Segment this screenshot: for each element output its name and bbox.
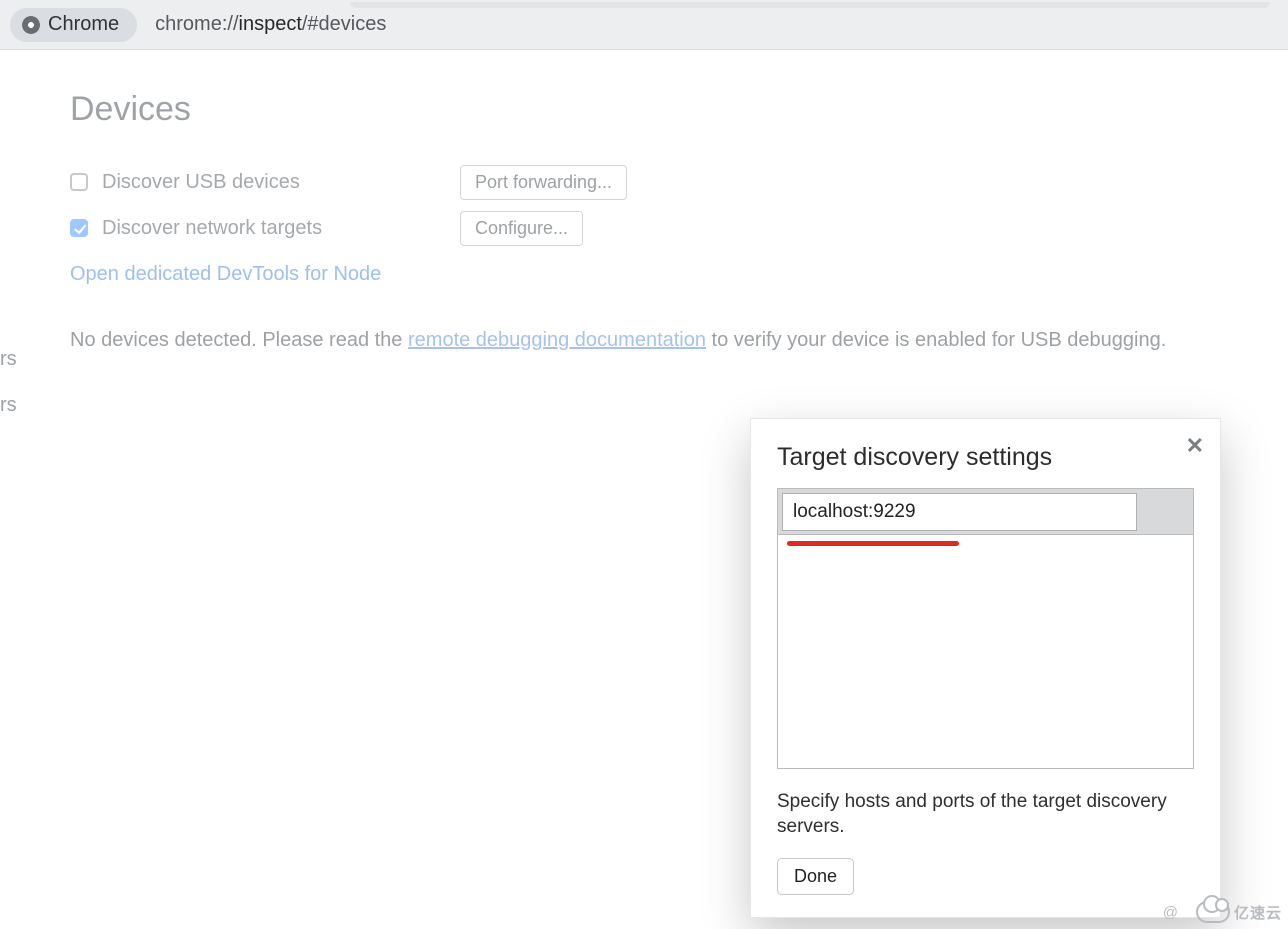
row-network: Discover network targets Configure... [70, 205, 1288, 251]
target-host-input[interactable] [782, 493, 1137, 531]
status-suffix: to verify your device is enabled for USB… [706, 329, 1166, 351]
side-fragment-2: rs [0, 394, 17, 417]
page-title: Devices [70, 90, 1288, 129]
dialog-title: Target discovery settings [777, 443, 1194, 472]
side-fragment-1: rs [0, 348, 17, 371]
chrome-icon [22, 16, 40, 34]
target-remove-slot[interactable] [1141, 493, 1189, 531]
watermark-brand: 亿速云 [1234, 902, 1282, 923]
remote-debugging-doc-link[interactable]: remote debugging documentation [408, 329, 706, 351]
watermark-at: @ [1163, 904, 1178, 921]
annotation-underline [787, 541, 959, 546]
target-discovery-dialog: ✕ Target discovery settings Specify host… [750, 418, 1221, 918]
address-bar-shadow [350, 2, 1270, 8]
dialog-description: Specify hosts and ports of the target di… [777, 789, 1194, 840]
browser-tab[interactable]: Chrome [10, 8, 137, 42]
url-suffix: /#devices [302, 13, 387, 35]
tab-label: Chrome [48, 13, 119, 36]
url-display[interactable]: chrome://inspect/#devices [155, 13, 386, 36]
cloud-icon [1196, 901, 1230, 923]
url-prefix: chrome:// [155, 13, 238, 35]
label-usb: Discover USB devices [102, 171, 300, 194]
done-button[interactable]: Done [777, 858, 854, 895]
close-icon[interactable]: ✕ [1186, 433, 1204, 459]
checkbox-usb[interactable] [70, 173, 88, 191]
port-forwarding-button[interactable]: Port forwarding... [460, 165, 627, 200]
url-bold: inspect [239, 13, 302, 35]
status-line: No devices detected. Please read the rem… [70, 329, 1288, 352]
row-node-link: Open dedicated DevTools for Node [70, 251, 1288, 297]
page-body: Devices Discover USB devices Port forwar… [0, 50, 1288, 352]
watermark: @ 亿速云 [1163, 901, 1282, 923]
checkbox-network[interactable] [70, 219, 88, 237]
label-network: Discover network targets [102, 217, 322, 240]
status-prefix: No devices detected. Please read the [70, 329, 408, 351]
target-list [777, 488, 1194, 769]
configure-button[interactable]: Configure... [460, 211, 583, 246]
target-list-header [778, 489, 1193, 535]
open-devtools-node-link[interactable]: Open dedicated DevTools for Node [70, 263, 381, 286]
row-usb: Discover USB devices Port forwarding... [70, 159, 1288, 205]
